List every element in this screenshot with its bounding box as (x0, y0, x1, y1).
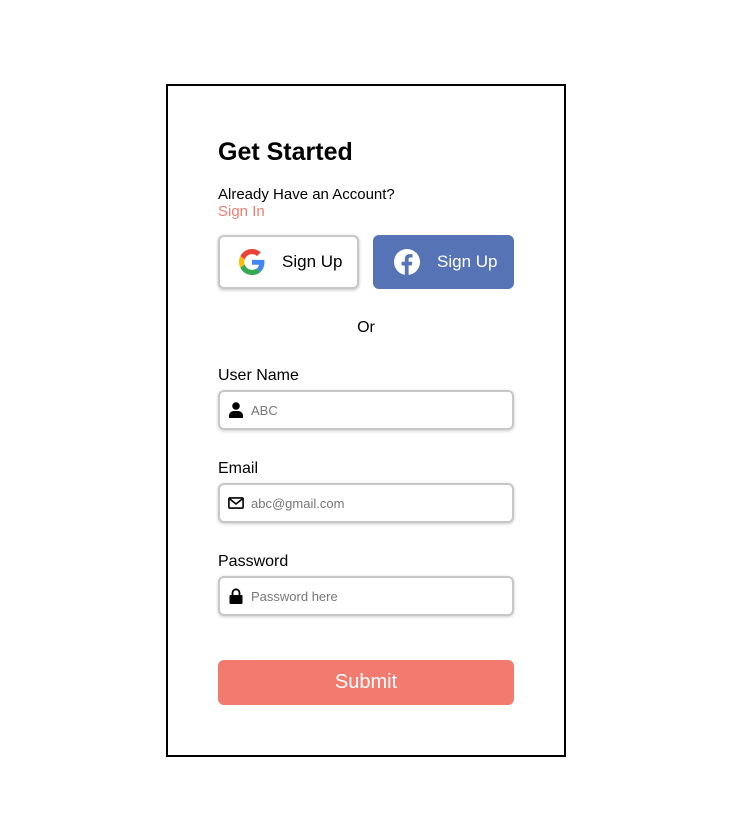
facebook-signup-button[interactable]: Sign Up (373, 235, 514, 289)
email-label: Email (218, 460, 259, 477)
submit-button[interactable]: Submit (218, 660, 514, 705)
username-input[interactable] (251, 402, 501, 418)
google-signup-button[interactable]: Sign Up (218, 235, 359, 289)
password-label: Password (218, 553, 289, 570)
username-label: User Name (218, 367, 299, 384)
password-field[interactable] (218, 576, 514, 616)
already-have-account-text: Already Have an Account? (218, 186, 395, 203)
or-separator: Or (357, 319, 375, 336)
facebook-icon (393, 248, 421, 276)
google-signup-label: Sign Up (282, 252, 343, 271)
username-field[interactable] (218, 390, 514, 430)
facebook-signup-label: Sign Up (437, 252, 498, 271)
envelope-icon (228, 495, 244, 511)
google-icon (238, 248, 266, 276)
user-icon (228, 402, 244, 418)
lock-icon (228, 588, 244, 604)
page-title: Get Started (218, 138, 353, 166)
password-input[interactable] (251, 588, 501, 604)
sign-in-link[interactable]: Sign In (218, 203, 265, 221)
email-field[interactable] (218, 483, 514, 523)
email-input[interactable] (251, 495, 501, 511)
signup-card: Get Started Already Have an Account? Sig… (166, 84, 566, 757)
